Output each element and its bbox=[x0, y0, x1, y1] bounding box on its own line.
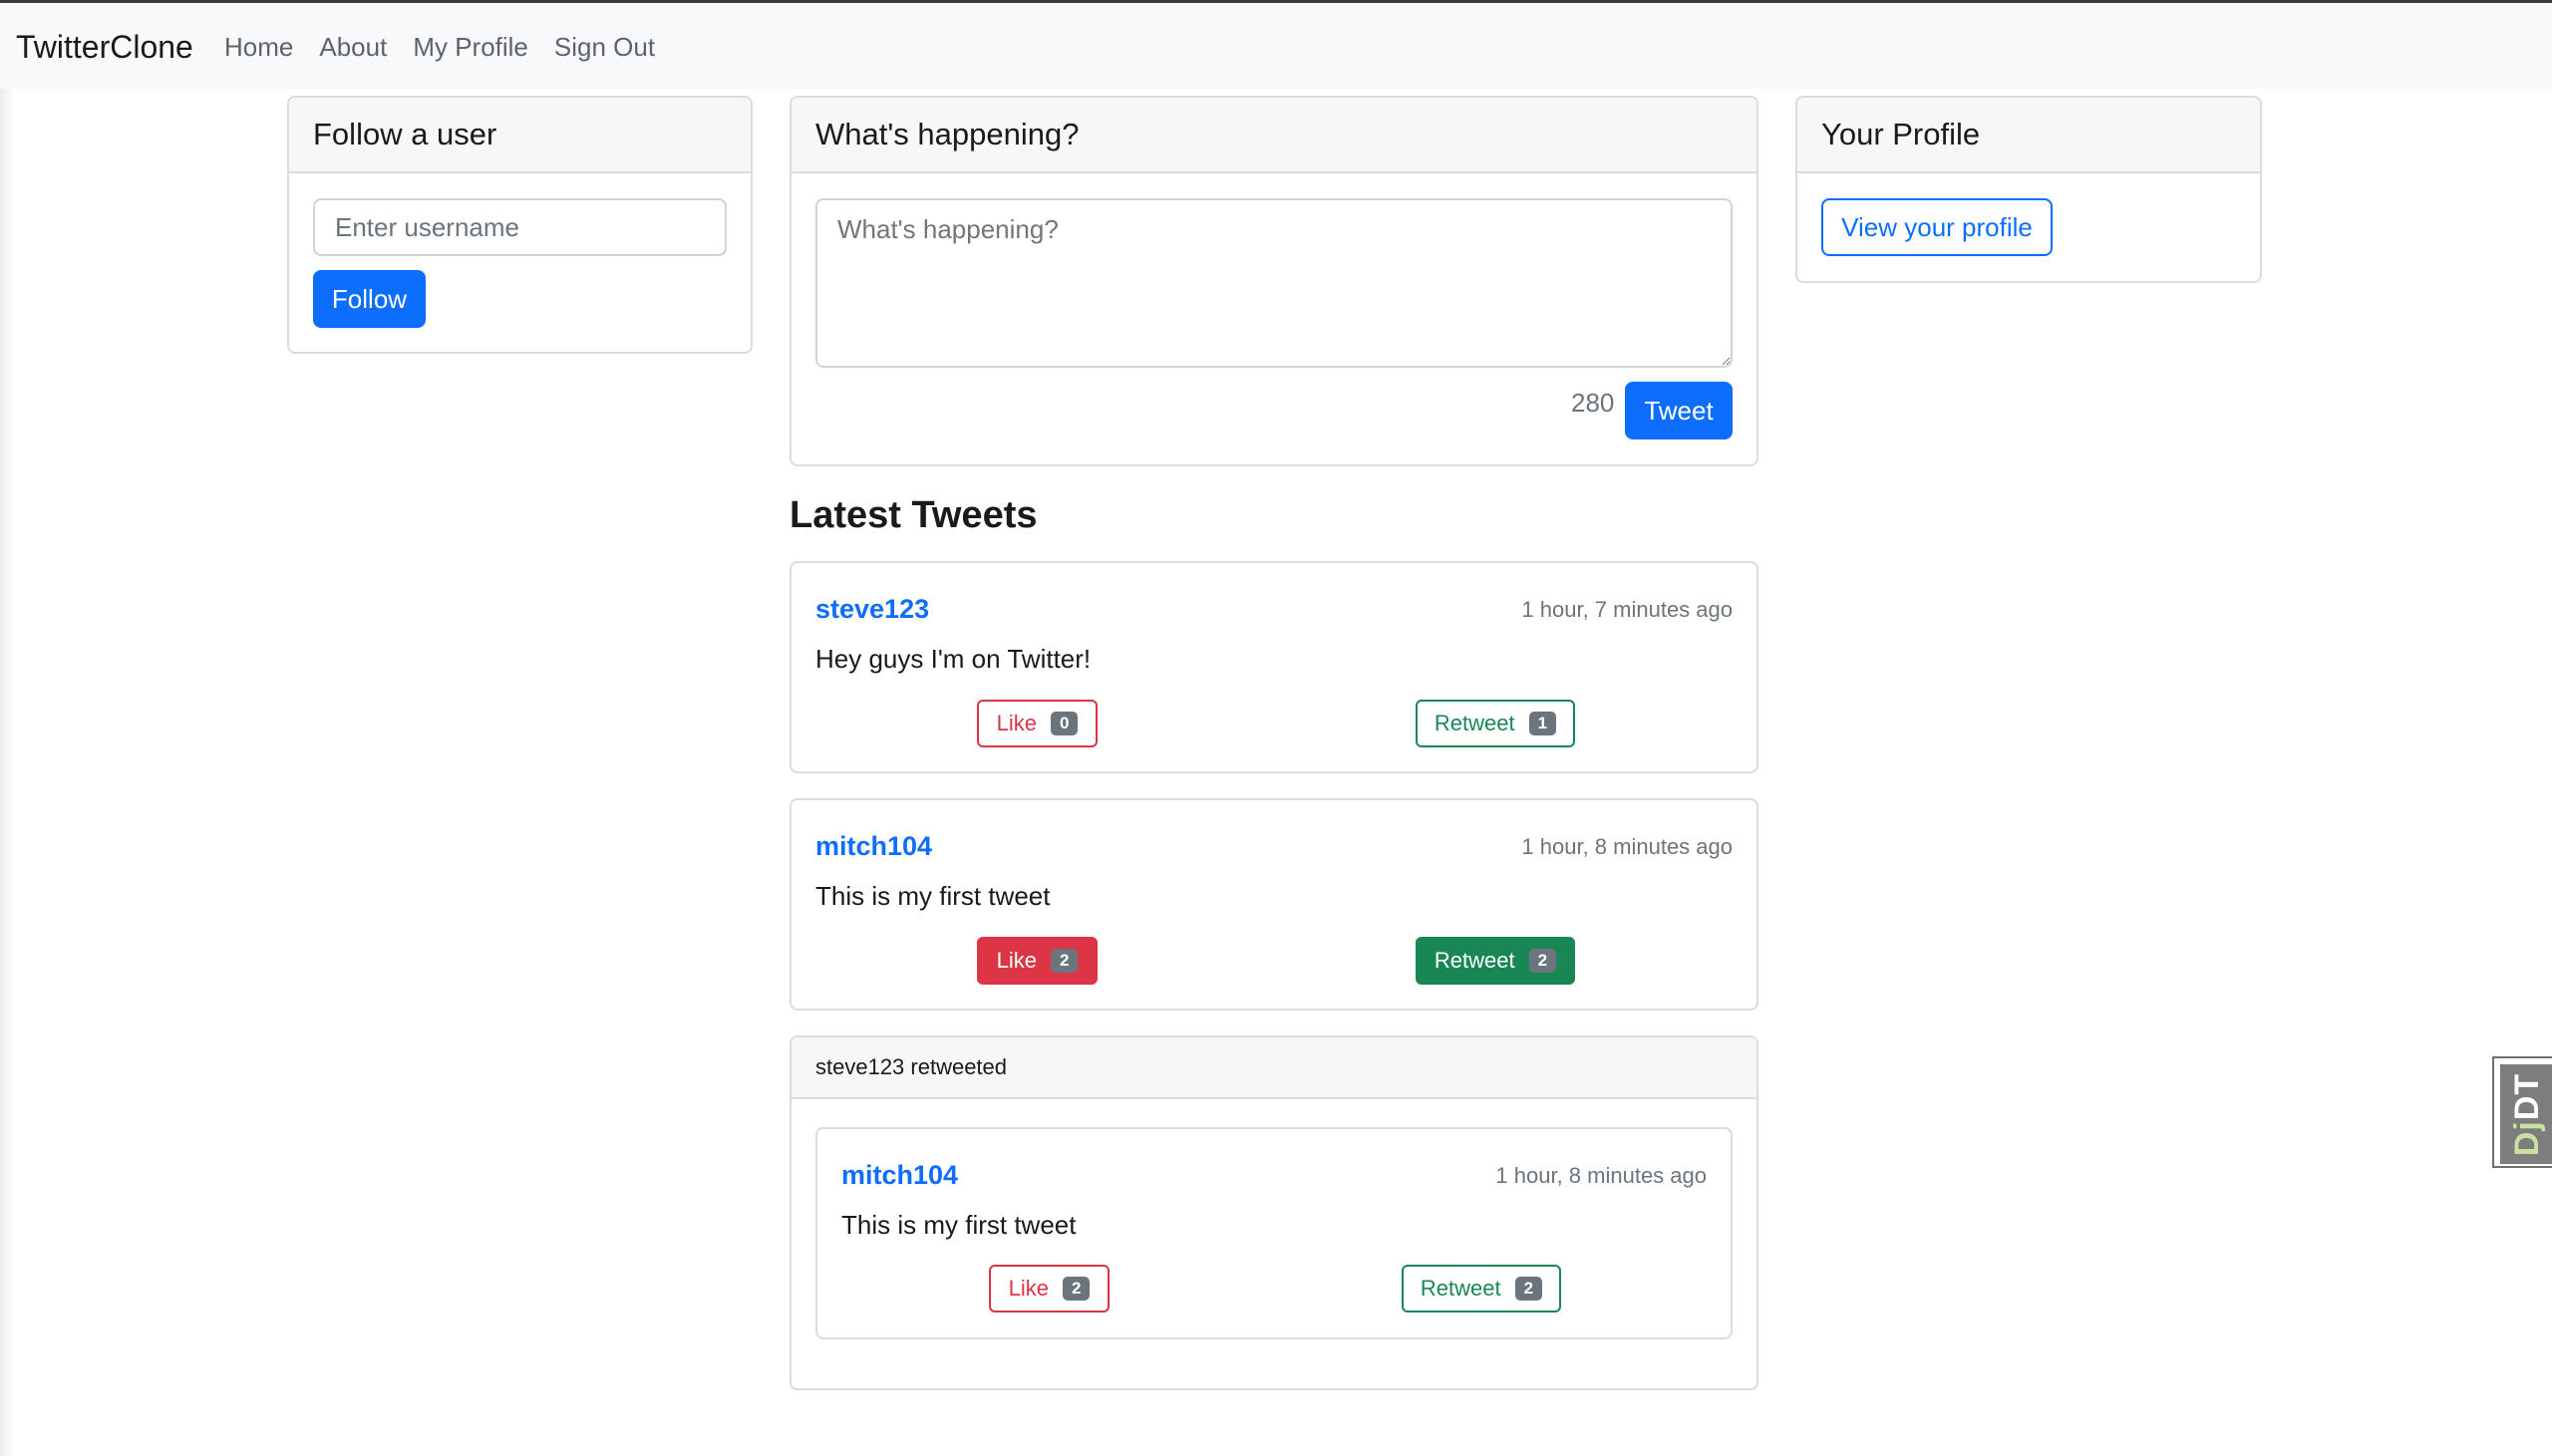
follow-button[interactable]: Follow bbox=[313, 270, 426, 328]
retweet-count-badge: 1 bbox=[1528, 712, 1557, 735]
debug-toolbar-badge: DjDT bbox=[2500, 1064, 2552, 1164]
like-count-badge: 0 bbox=[1050, 712, 1079, 735]
retweet-button-active[interactable]: Retweet 2 bbox=[1416, 937, 1575, 985]
tweet-timestamp: 1 hour, 8 minutes ago bbox=[1521, 834, 1733, 859]
retweet-label: Retweet bbox=[1434, 711, 1515, 735]
compose-card-title: What's happening? bbox=[792, 98, 1756, 173]
like-button[interactable]: Like 0 bbox=[977, 700, 1098, 747]
tweet-text: This is my first tweet bbox=[841, 1210, 1077, 1240]
username-input[interactable]: Enter username bbox=[313, 198, 727, 256]
retweet-label: Retweet bbox=[1420, 1276, 1501, 1301]
profile-card: Your Profile View your profile bbox=[1795, 96, 2262, 283]
tweet-text: This is my first tweet bbox=[815, 881, 1051, 911]
retweeted-tweet-card: mitch104 1 hour, 8 minutes ago This is m… bbox=[815, 1127, 1733, 1339]
view-profile-button[interactable]: View your profile bbox=[1821, 198, 2053, 256]
tweet-card: mitch104 1 hour, 8 minutes ago This is m… bbox=[790, 798, 1758, 1011]
nav-link-my-profile[interactable]: My Profile bbox=[413, 32, 528, 63]
like-count-badge: 2 bbox=[1062, 1277, 1091, 1301]
nav-link-about[interactable]: About bbox=[319, 32, 387, 63]
debug-toolbar-logo: DjDT bbox=[2509, 1072, 2548, 1155]
retweet-card: steve123 retweeted mitch104 1 hour, 8 mi… bbox=[790, 1035, 1758, 1390]
tweet-username[interactable]: mitch104 bbox=[815, 831, 932, 862]
char-counter: 280 bbox=[1571, 388, 1615, 418]
retweet-label: Retweet bbox=[1434, 948, 1515, 973]
like-label: Like bbox=[1008, 1276, 1049, 1301]
nav-link-sign-out[interactable]: Sign Out bbox=[554, 32, 655, 63]
retweet-count-badge: 2 bbox=[1528, 949, 1557, 973]
tweet-card: steve123 1 hour, 7 minutes ago Hey guys … bbox=[790, 561, 1758, 773]
like-label: Like bbox=[996, 711, 1037, 735]
compose-card: What's happening? 280 Tweet bbox=[790, 96, 1758, 466]
retweet-header: steve123 retweeted bbox=[792, 1037, 1756, 1099]
debug-toolbar-logo-dt: DT bbox=[2508, 1072, 2547, 1120]
left-edge-shadow bbox=[0, 89, 14, 1456]
nav-link-home[interactable]: Home bbox=[224, 32, 293, 63]
debug-toolbar-handle[interactable]: DjDT bbox=[2492, 1056, 2552, 1168]
tweet-username[interactable]: mitch104 bbox=[841, 1160, 958, 1191]
follow-card-title: Follow a user bbox=[289, 98, 751, 173]
like-button-active[interactable]: Like 2 bbox=[977, 937, 1098, 985]
profile-card-title: Your Profile bbox=[1797, 98, 2260, 173]
retweet-button[interactable]: Retweet 1 bbox=[1416, 700, 1575, 747]
tweet-button[interactable]: Tweet bbox=[1625, 382, 1733, 439]
navbar-brand[interactable]: TwitterClone bbox=[16, 29, 193, 66]
debug-toolbar-logo-dj: Dj bbox=[2508, 1119, 2547, 1156]
latest-tweets-heading: Latest Tweets bbox=[790, 494, 1038, 536]
navbar: TwitterClone Home About My Profile Sign … bbox=[0, 3, 2552, 89]
like-count-badge: 2 bbox=[1050, 949, 1079, 973]
nav-links: Home About My Profile Sign Out bbox=[224, 32, 681, 63]
tweet-username[interactable]: steve123 bbox=[815, 594, 929, 625]
tweet-textarea[interactable] bbox=[815, 198, 1733, 368]
follow-user-card: Follow a user Enter username Follow bbox=[287, 96, 753, 354]
like-label: Like bbox=[996, 948, 1037, 973]
like-button[interactable]: Like 2 bbox=[989, 1265, 1110, 1312]
retweet-count-badge: 2 bbox=[1514, 1277, 1543, 1301]
tweet-timestamp: 1 hour, 7 minutes ago bbox=[1521, 597, 1733, 622]
tweet-text: Hey guys I'm on Twitter! bbox=[815, 644, 1092, 674]
tweet-timestamp: 1 hour, 8 minutes ago bbox=[1495, 1163, 1707, 1188]
retweet-button[interactable]: Retweet 2 bbox=[1402, 1265, 1561, 1312]
